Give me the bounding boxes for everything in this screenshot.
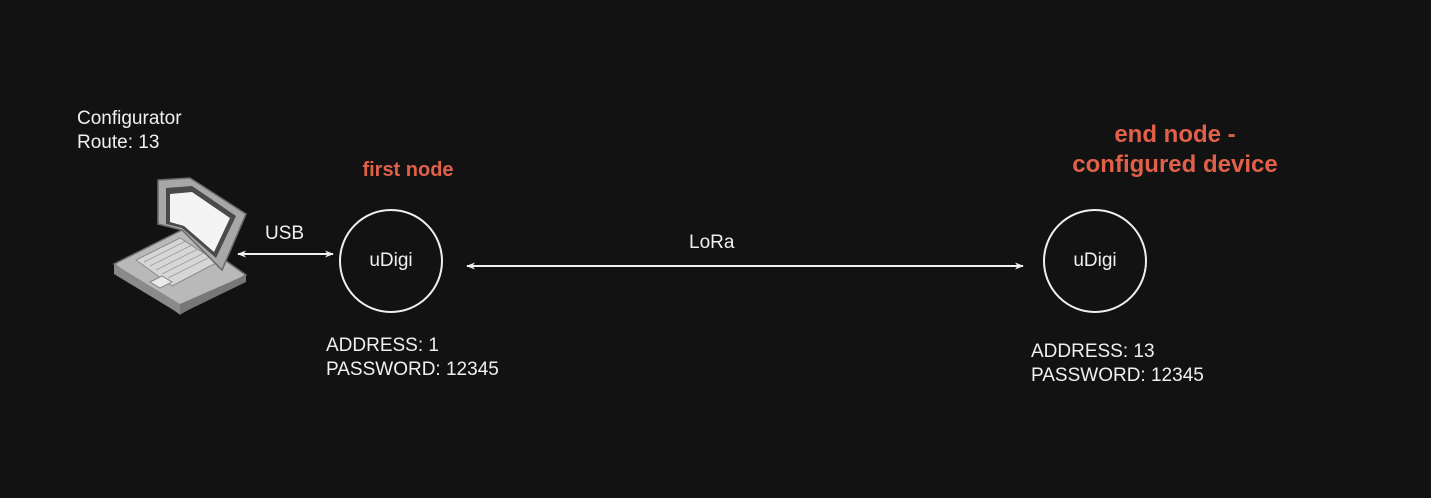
end-node-heading-line1: end node - xyxy=(1114,121,1236,148)
first-node-circle: uDigi xyxy=(339,209,443,313)
end-node-heading-line2: configured device xyxy=(1072,151,1278,178)
end-node-circle: uDigi xyxy=(1043,209,1147,313)
first-node-heading: first node xyxy=(362,159,454,181)
lora-label: LoRa xyxy=(689,232,735,253)
first-node-address: ADDRESS: 1 xyxy=(326,335,439,356)
end-node-name: uDigi xyxy=(1073,250,1117,271)
first-node-name: uDigi xyxy=(369,250,413,271)
usb-label: USB xyxy=(265,223,305,244)
first-node-password: PASSWORD: 12345 xyxy=(326,359,499,380)
end-node-address: ADDRESS: 13 xyxy=(1031,341,1155,362)
diagram-canvas: Configurator Route: 13 USB LoRa first no… xyxy=(0,0,1431,498)
end-node-password: PASSWORD: 12345 xyxy=(1031,365,1204,386)
